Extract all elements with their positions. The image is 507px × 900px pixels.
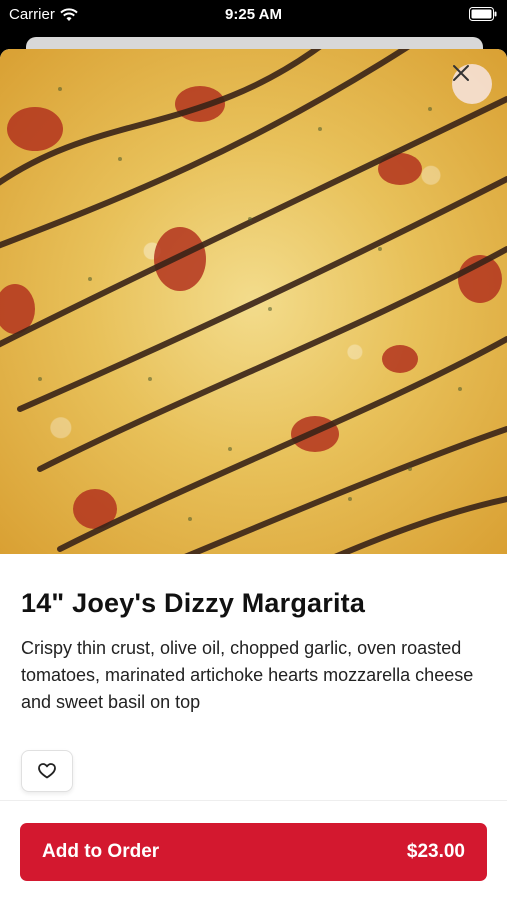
item-description: Crispy thin crust, olive oil, chopped ga…	[21, 638, 474, 712]
status-bar: Carrier 9:25 AM	[0, 0, 507, 30]
order-price: $23.00	[406, 841, 465, 862]
pizza-image	[0, 49, 507, 554]
add-to-order-label: Add to Order	[42, 841, 160, 862]
battery-icon	[469, 7, 497, 25]
status-time: 9:25 AM	[225, 6, 282, 23]
item-detail-sheet: 14" Joey's Dizzy Margarita Crispy thin c…	[0, 49, 507, 900]
item-content: 14" Joey's Dizzy Margarita Crispy thin c…	[0, 554, 507, 792]
order-footer: Add to Order $23.00	[0, 800, 507, 900]
favorite-button[interactable]	[21, 750, 73, 792]
pizza-photo	[0, 49, 507, 554]
close-button[interactable]	[452, 64, 492, 104]
heart-icon	[38, 763, 56, 779]
item-title: 14" Joey's Dizzy Margarita	[21, 588, 366, 618]
add-to-order-button[interactable]: Add to Order $23.00	[20, 823, 487, 881]
close-icon	[453, 65, 469, 81]
